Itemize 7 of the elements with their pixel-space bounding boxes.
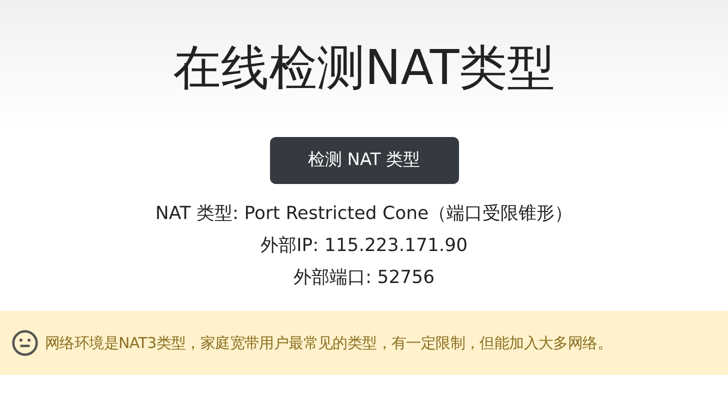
neutral-face-icon <box>11 329 39 357</box>
result-text: NAT 类型: Port Restricted Cone（端口受限锥形） <box>155 202 573 226</box>
result-text: 外部端口: 52756 <box>293 266 435 290</box>
alert-text: 网络环境是NAT3类型，家庭宽带用户最常见的类型，有一定限制，但能加入大多网络。 <box>45 332 612 354</box>
page-title: 在线检测NAT类型 <box>172 39 556 92</box>
result-text: 外部IP: 115.223.171.90 <box>260 234 468 258</box>
detect-button[interactable]: 检测 NAT 类型 <box>270 137 458 184</box>
